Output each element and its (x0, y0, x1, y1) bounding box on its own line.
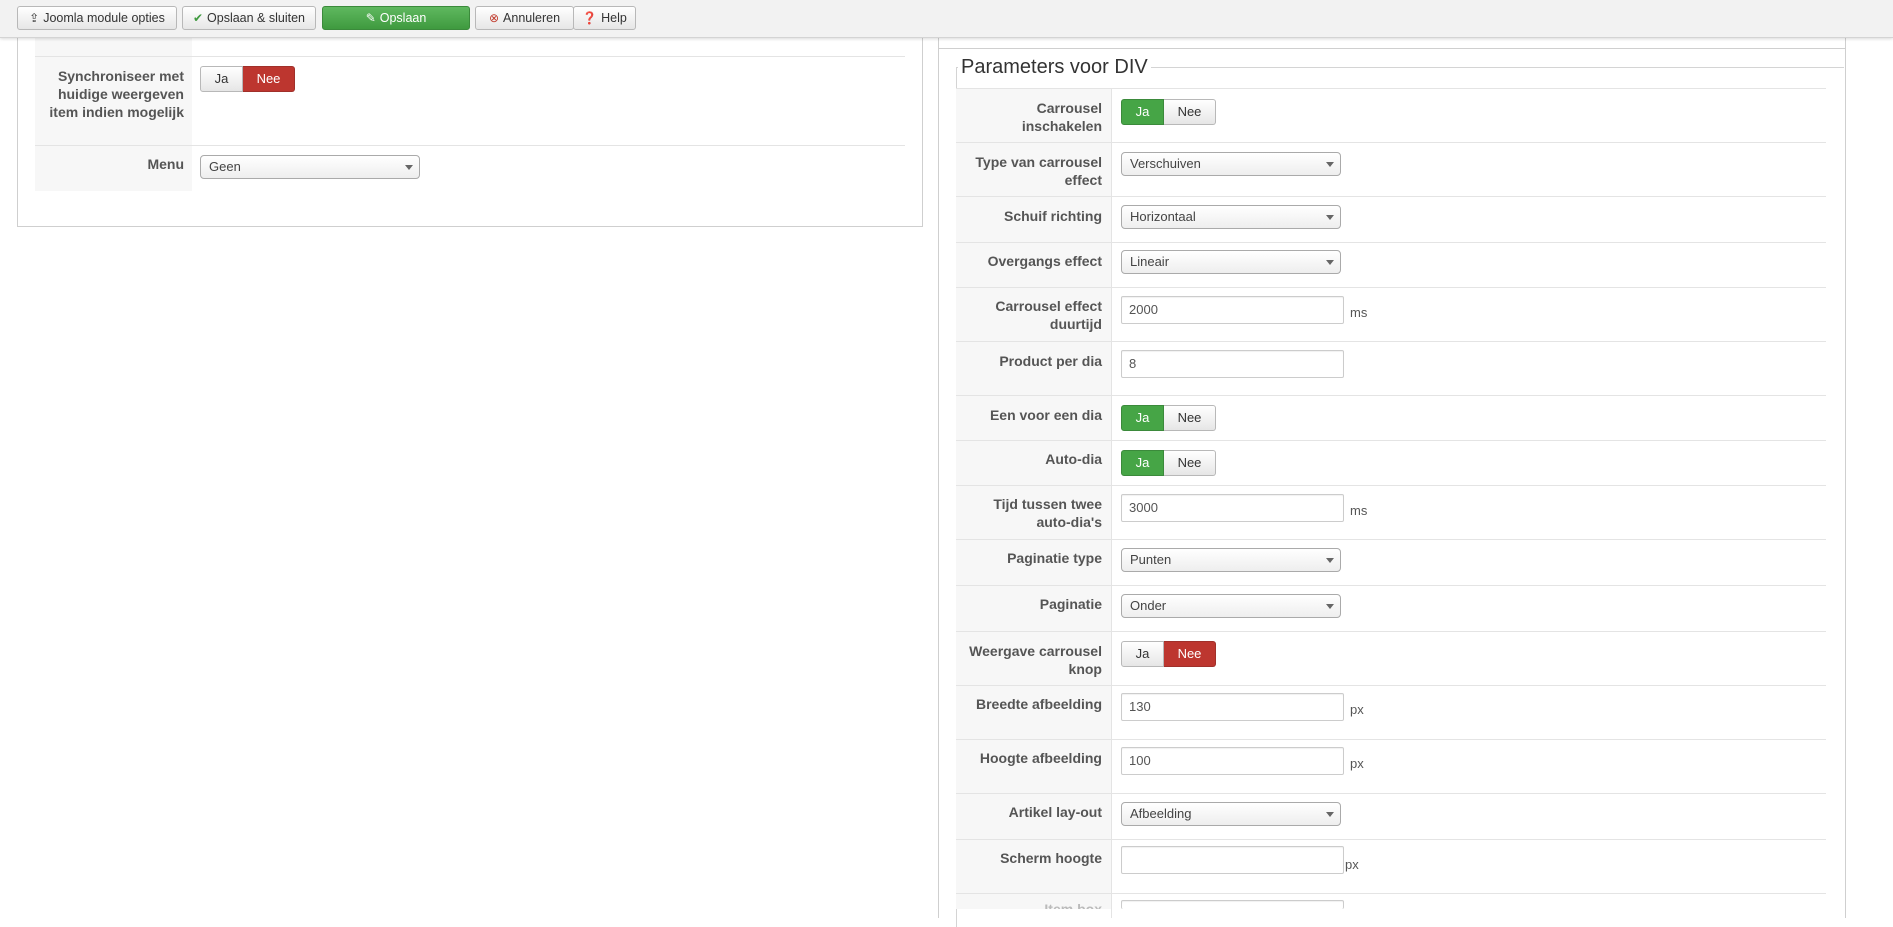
chevron-down-icon (1326, 558, 1334, 563)
one-by-one-label: Een voor een dia (956, 396, 1111, 440)
per-slide-label: Product per dia (956, 342, 1111, 395)
auto-slide-no-button[interactable]: Nee (1164, 450, 1216, 476)
panel-divider (938, 48, 1846, 49)
close-circle-icon: ⊗ (488, 11, 500, 25)
auto-slide-toggle[interactable]: Ja Nee (1121, 450, 1216, 476)
carousel-enable-yes-button[interactable]: Ja (1121, 99, 1164, 125)
pagination-type-label: Paginatie type (956, 540, 1111, 585)
image-height-unit: px (1350, 756, 1364, 771)
cancel-button[interactable]: ⊗ Annuleren (475, 6, 574, 30)
one-by-one-no-button[interactable]: Nee (1164, 405, 1216, 431)
screen-height-label: Scherm hoogte (956, 840, 1111, 893)
menu-label: Menu (35, 146, 192, 191)
per-slide-input[interactable]: 8 (1121, 350, 1344, 378)
sync-no-button[interactable]: Nee (243, 66, 295, 92)
upload-icon: ⇪ (29, 11, 40, 25)
save-button[interactable]: ✎ Opslaan (322, 6, 470, 30)
chevron-down-icon (1326, 604, 1334, 609)
show-buttons-yes-button[interactable]: Ja (1121, 641, 1164, 667)
chevron-down-icon (1326, 260, 1334, 265)
effect-type-select[interactable]: Verschuiven (1121, 152, 1341, 176)
auto-slide-label: Auto-dia (956, 441, 1111, 485)
screen-height-input[interactable] (1121, 846, 1344, 874)
sync-toggle[interactable]: Ja Nee (200, 66, 295, 92)
pagination-type-select[interactable]: Punten (1121, 548, 1341, 572)
chevron-down-icon (1326, 215, 1334, 220)
interval-input[interactable]: 3000 (1121, 494, 1344, 522)
duration-unit: ms (1350, 305, 1368, 320)
module-options-button[interactable]: ⇪ Joomla module opties (17, 6, 177, 30)
image-width-unit: px (1350, 702, 1364, 717)
interval-label: Tijd tussen twee auto-dia's (956, 486, 1111, 539)
label-cell-partial (35, 38, 192, 57)
carousel-enable-no-button[interactable]: Nee (1164, 99, 1216, 125)
interval-unit: ms (1350, 503, 1368, 518)
transition-select[interactable]: Lineair (1121, 250, 1341, 274)
duration-label: Carrousel effect duurtijd (956, 288, 1111, 341)
save-close-button[interactable]: ✔ Opslaan & sluiten (182, 6, 316, 30)
edit-icon: ✎ (365, 11, 376, 25)
pagination-select[interactable]: Onder (1121, 594, 1341, 618)
image-height-label: Hoogte afbeelding (956, 740, 1111, 793)
show-buttons-label: Weergave carrousel knop (956, 632, 1111, 685)
screen-height-unit: px (1345, 857, 1359, 872)
help-button[interactable]: ❓ Help (573, 6, 636, 30)
toolbar: ⇪ Joomla module opties ✔ Opslaan & sluiten… (0, 0, 1893, 38)
layout-select[interactable]: Afbeelding (1121, 802, 1341, 826)
fieldset-legend: Parameters voor DIV (958, 54, 1151, 80)
chevron-down-icon (1326, 162, 1334, 167)
one-by-one-toggle[interactable]: Ja Nee (1121, 405, 1216, 431)
carousel-enable-label: Carrousel inschakelen (956, 89, 1111, 142)
item-box-label: Item box (956, 894, 1111, 909)
sync-yes-button[interactable]: Ja (200, 66, 243, 92)
show-buttons-toggle[interactable]: Ja Nee (1121, 641, 1216, 667)
direction-label: Schuif richting (956, 197, 1111, 242)
effect-type-label: Type van carrousel effect (956, 143, 1111, 196)
auto-slide-yes-button[interactable]: Ja (1121, 450, 1164, 476)
item-box-input[interactable] (1121, 900, 1344, 909)
direction-select[interactable]: Horizontaal (1121, 205, 1341, 229)
sync-label: Synchroniseer met huidige weergeven item… (35, 57, 192, 145)
transition-label: Overgangs effect (956, 243, 1111, 287)
duration-input[interactable]: 2000 (1121, 296, 1344, 324)
pagination-label: Paginatie (956, 586, 1111, 631)
carousel-enable-toggle[interactable]: Ja Nee (1121, 99, 1216, 125)
layout-label: Artikel lay-out (956, 794, 1111, 839)
image-height-input[interactable]: 100 (1121, 747, 1344, 775)
image-width-label: Breedte afbeelding (956, 686, 1111, 739)
help-icon: ❓ (582, 11, 598, 25)
one-by-one-yes-button[interactable]: Ja (1121, 405, 1164, 431)
menu-select[interactable]: Geen (200, 155, 420, 179)
chevron-down-icon (1326, 812, 1334, 817)
show-buttons-no-button[interactable]: Nee (1164, 641, 1216, 667)
chevron-down-icon (405, 165, 413, 170)
check-icon: ✔ (192, 11, 204, 25)
image-width-input[interactable]: 130 (1121, 693, 1344, 721)
